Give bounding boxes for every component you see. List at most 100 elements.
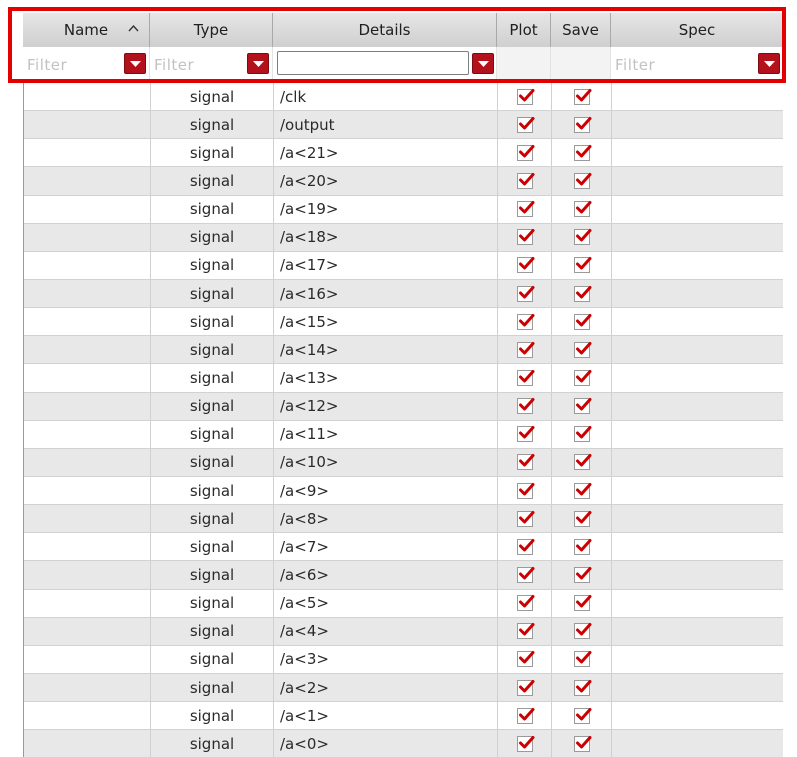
save-checkbox[interactable] bbox=[573, 285, 591, 302]
save-checkbox[interactable] bbox=[573, 651, 591, 668]
row-spec-cell[interactable] bbox=[612, 308, 783, 335]
plot-checkbox[interactable] bbox=[516, 201, 534, 218]
type-filter-dropdown-button[interactable] bbox=[247, 53, 269, 74]
row-name-cell[interactable] bbox=[24, 476, 151, 505]
table-row[interactable]: signal/a<16> bbox=[24, 279, 783, 309]
plot-checkbox[interactable] bbox=[516, 623, 534, 640]
row-spec-cell[interactable] bbox=[612, 364, 783, 391]
table-row[interactable]: signal/a<20> bbox=[24, 167, 783, 196]
row-spec-cell[interactable] bbox=[612, 421, 783, 448]
table-row[interactable]: signal/a<5> bbox=[24, 589, 783, 618]
column-header-plot[interactable]: Plot bbox=[497, 13, 551, 47]
row-name-cell[interactable] bbox=[24, 83, 151, 111]
name-filter-dropdown-button[interactable] bbox=[124, 53, 146, 74]
save-checkbox[interactable] bbox=[573, 341, 591, 358]
plot-checkbox[interactable] bbox=[516, 144, 534, 161]
row-name-cell[interactable] bbox=[24, 223, 151, 251]
column-header-details[interactable]: Details bbox=[273, 13, 497, 47]
table-row[interactable]: signal/a<3> bbox=[24, 645, 783, 674]
table-row[interactable]: signal/a<7> bbox=[24, 533, 783, 562]
plot-checkbox[interactable] bbox=[516, 229, 534, 246]
plot-checkbox[interactable] bbox=[516, 172, 534, 189]
table-row[interactable]: signal/a<11> bbox=[24, 420, 783, 449]
spec-filter-dropdown-button[interactable] bbox=[758, 53, 780, 74]
row-name-cell[interactable] bbox=[24, 139, 151, 167]
row-spec-cell[interactable] bbox=[612, 702, 783, 729]
table-row[interactable]: signal/a<18> bbox=[24, 223, 783, 252]
column-header-name[interactable]: Name bbox=[23, 13, 150, 47]
row-spec-cell[interactable] bbox=[612, 83, 783, 110]
row-name-cell[interactable] bbox=[24, 448, 151, 476]
save-checkbox[interactable] bbox=[573, 426, 591, 443]
table-row[interactable]: signal/a<17> bbox=[24, 251, 783, 280]
save-checkbox[interactable] bbox=[573, 623, 591, 640]
row-spec-cell[interactable] bbox=[612, 730, 783, 757]
plot-checkbox[interactable] bbox=[516, 426, 534, 443]
save-checkbox[interactable] bbox=[573, 116, 591, 133]
table-row[interactable]: signal/a<0> bbox=[24, 730, 783, 757]
row-name-cell[interactable] bbox=[24, 673, 151, 702]
details-filter-input[interactable] bbox=[277, 51, 469, 75]
plot-checkbox[interactable] bbox=[516, 510, 534, 527]
table-row[interactable]: signal/clk bbox=[24, 83, 783, 112]
row-spec-cell[interactable] bbox=[612, 252, 783, 279]
save-checkbox[interactable] bbox=[573, 144, 591, 161]
row-name-cell[interactable] bbox=[24, 645, 151, 673]
row-spec-cell[interactable] bbox=[612, 111, 783, 138]
plot-checkbox[interactable] bbox=[516, 257, 534, 274]
row-name-cell[interactable] bbox=[24, 195, 151, 223]
row-name-cell[interactable] bbox=[24, 279, 151, 308]
row-name-cell[interactable] bbox=[24, 420, 151, 448]
row-name-cell[interactable] bbox=[24, 702, 151, 730]
table-row[interactable]: signal/a<14> bbox=[24, 336, 783, 365]
save-checkbox[interactable] bbox=[573, 398, 591, 415]
plot-checkbox[interactable] bbox=[516, 595, 534, 612]
row-name-cell[interactable] bbox=[24, 617, 151, 645]
table-row[interactable]: signal/a<6> bbox=[24, 561, 783, 590]
table-row[interactable]: signal/a<13> bbox=[24, 364, 783, 393]
row-spec-cell[interactable] bbox=[612, 646, 783, 673]
table-row[interactable]: signal/a<19> bbox=[24, 195, 783, 224]
column-header-spec[interactable]: Spec bbox=[611, 13, 783, 47]
save-checkbox[interactable] bbox=[573, 707, 591, 724]
row-name-cell[interactable] bbox=[24, 392, 151, 420]
row-name-cell[interactable] bbox=[24, 251, 151, 279]
row-spec-cell[interactable] bbox=[612, 139, 783, 166]
row-spec-cell[interactable] bbox=[612, 561, 783, 588]
plot-checkbox[interactable] bbox=[516, 285, 534, 302]
row-spec-cell[interactable] bbox=[612, 674, 783, 701]
row-name-cell[interactable] bbox=[24, 589, 151, 617]
row-spec-cell[interactable] bbox=[612, 590, 783, 617]
row-spec-cell[interactable] bbox=[612, 196, 783, 223]
plot-checkbox[interactable] bbox=[516, 482, 534, 499]
row-name-cell[interactable] bbox=[24, 336, 151, 364]
save-checkbox[interactable] bbox=[573, 679, 591, 696]
row-name-cell[interactable] bbox=[24, 730, 151, 757]
save-checkbox[interactable] bbox=[573, 201, 591, 218]
table-row[interactable]: signal/output bbox=[24, 111, 783, 140]
table-row[interactable]: signal/a<9> bbox=[24, 476, 783, 506]
row-spec-cell[interactable] bbox=[612, 280, 783, 307]
column-header-type[interactable]: Type bbox=[150, 13, 273, 47]
save-checkbox[interactable] bbox=[573, 172, 591, 189]
table-row[interactable]: signal/a<2> bbox=[24, 673, 783, 703]
row-name-cell[interactable] bbox=[24, 364, 151, 392]
row-name-cell[interactable] bbox=[24, 111, 151, 139]
row-name-cell[interactable] bbox=[24, 308, 151, 336]
row-name-cell[interactable] bbox=[24, 167, 151, 195]
save-checkbox[interactable] bbox=[573, 257, 591, 274]
row-spec-cell[interactable] bbox=[612, 449, 783, 476]
row-name-cell[interactable] bbox=[24, 561, 151, 589]
row-spec-cell[interactable] bbox=[612, 477, 783, 504]
row-spec-cell[interactable] bbox=[612, 533, 783, 560]
save-checkbox[interactable] bbox=[573, 454, 591, 471]
row-spec-cell[interactable] bbox=[612, 224, 783, 251]
save-checkbox[interactable] bbox=[573, 735, 591, 752]
save-checkbox[interactable] bbox=[573, 313, 591, 330]
table-row[interactable]: signal/a<15> bbox=[24, 308, 783, 337]
table-row[interactable]: signal/a<8> bbox=[24, 505, 783, 534]
row-spec-cell[interactable] bbox=[612, 336, 783, 363]
plot-checkbox[interactable] bbox=[516, 538, 534, 555]
plot-checkbox[interactable] bbox=[516, 116, 534, 133]
save-checkbox[interactable] bbox=[573, 229, 591, 246]
